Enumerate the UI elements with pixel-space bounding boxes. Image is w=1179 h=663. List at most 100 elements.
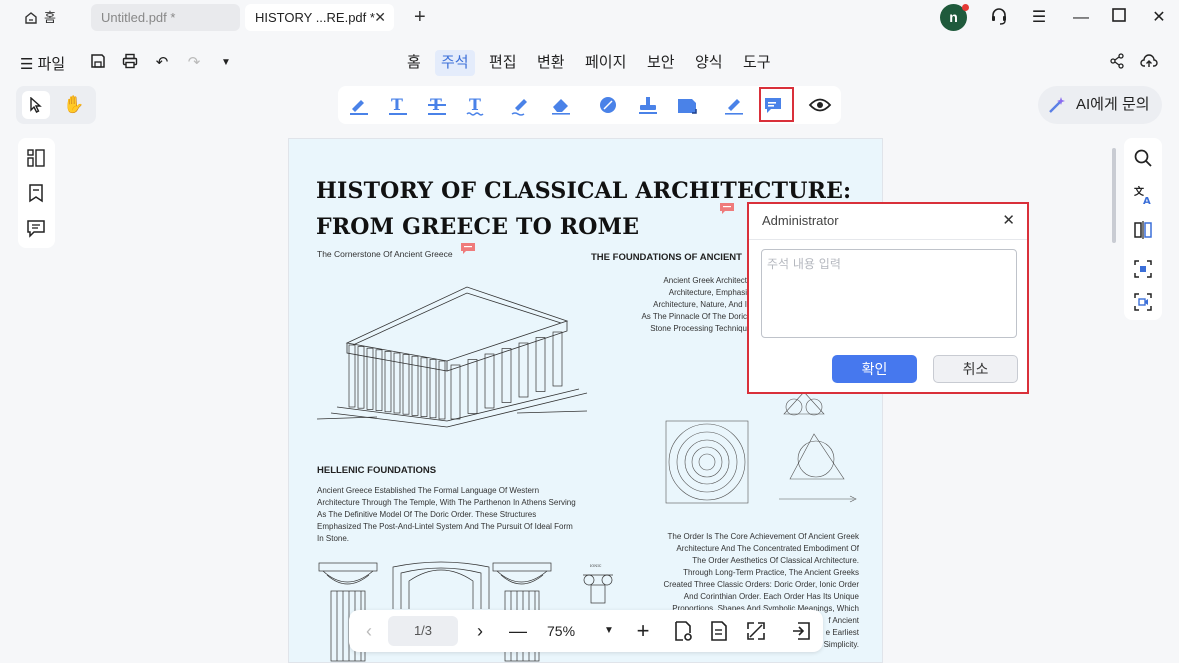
close-tab-icon[interactable]: ✕: [374, 4, 386, 31]
home-icon: [25, 12, 37, 24]
temple-column: [518, 342, 529, 398]
view-mode-icon[interactable]: [671, 619, 695, 643]
hand-pan-icon[interactable]: ✋: [60, 91, 88, 119]
text-line: The Order Aesthetics Of Classical Archit…: [692, 556, 859, 565]
tab-tools[interactable]: 도구: [737, 50, 777, 76]
selected-tool-highlight: [759, 87, 794, 122]
foundations-paragraph: Ancient Greek Architect Architecture, Em…: [609, 275, 747, 335]
squiggly-text-icon[interactable]: T: [464, 93, 488, 117]
close-icon[interactable]: ✕: [1002, 204, 1015, 238]
maximize-button[interactable]: [1107, 6, 1131, 30]
search-icon[interactable]: [1133, 148, 1153, 168]
notification-dot: [962, 4, 969, 11]
tab-security[interactable]: 보안: [641, 50, 681, 76]
exit-fullscreen-icon[interactable]: [789, 619, 813, 643]
thumbnails-icon[interactable]: [26, 148, 46, 168]
zoom-level[interactable]: 75%: [547, 619, 575, 643]
text-line: Architecture, Emphasi: [668, 288, 747, 297]
zoom-out-icon[interactable]: —: [506, 619, 530, 643]
strikethrough-text-icon[interactable]: T: [425, 93, 449, 117]
zoom-dropdown-icon[interactable]: ▼: [597, 619, 621, 643]
ask-ai-label: AI에게 문의: [1076, 96, 1150, 113]
comments-panel-icon[interactable]: [26, 218, 46, 238]
tab-annotate[interactable]: 주석: [435, 50, 475, 76]
menu-icon[interactable]: ☰: [1027, 6, 1051, 30]
new-tab-button[interactable]: +: [414, 4, 426, 31]
text-box-icon[interactable]: [675, 93, 699, 117]
tab-convert[interactable]: 변환: [531, 50, 571, 76]
confirm-button[interactable]: 확인: [832, 355, 917, 383]
previous-page-icon[interactable]: ‹: [357, 619, 381, 643]
tab-home-menu[interactable]: 홈: [401, 50, 427, 76]
bookmark-icon[interactable]: [26, 183, 46, 203]
fit-page-icon[interactable]: [744, 619, 768, 643]
tab-home[interactable]: 홈: [14, 4, 84, 31]
ask-ai-button[interactable]: AI에게 문의: [1038, 86, 1162, 124]
text-line: Through Long-Term Practice, The Ancient …: [683, 568, 859, 577]
stamp-icon[interactable]: [636, 93, 660, 117]
temple-column: [535, 337, 546, 392]
page-layout-icon[interactable]: [707, 619, 731, 643]
comment-text-input[interactable]: [761, 249, 1017, 338]
next-page-icon[interactable]: ›: [468, 619, 492, 643]
quick-access-dropdown-icon[interactable]: ▼: [216, 53, 236, 73]
selection-tools: ✋: [16, 86, 96, 124]
foundations-heading: THE FOUNDATIONS OF ANCIENT: [591, 252, 742, 263]
save-icon[interactable]: [88, 53, 108, 73]
menu-tab-label: 보안: [647, 54, 675, 71]
signature-icon[interactable]: [722, 93, 746, 117]
translate-icon[interactable]: 文A: [1133, 185, 1153, 205]
menu-bar: ☰ 파일 ↶ ↷ ▼ 홈 주석 편집 변환 페이지 보안 양식 도구: [0, 44, 1179, 82]
share-icon[interactable]: [1107, 53, 1127, 73]
tab-untitled[interactable]: Untitled.pdf *: [91, 4, 240, 31]
tab-history-document[interactable]: HISTORY ...RE.pdf * ✕: [245, 4, 394, 31]
headset-support-icon[interactable]: [987, 6, 1011, 30]
menu-tab-label: 도구: [743, 54, 771, 71]
page-number-field[interactable]: 1/3: [388, 616, 458, 646]
tab-page[interactable]: 페이지: [579, 50, 632, 76]
right-sidebar: 文A: [1124, 138, 1162, 320]
text-line: Ancient Greece Established The Formal La…: [317, 486, 540, 495]
temple-column: [552, 331, 563, 387]
cancel-button[interactable]: 취소: [933, 355, 1018, 383]
vertical-scrollbar[interactable]: [1112, 148, 1116, 243]
shape-icon[interactable]: [596, 93, 620, 117]
menu-tab-label: 홈: [407, 54, 421, 71]
text-line: As The Definitive Model Of The Doric Ord…: [317, 510, 537, 519]
comment-marker-icon[interactable]: [461, 243, 475, 254]
eraser-icon[interactable]: [549, 93, 573, 117]
svg-text:A: A: [1143, 196, 1151, 205]
comment-popup-header: Administrator ✕: [749, 204, 1027, 240]
ocr-scan-icon[interactable]: [1133, 259, 1153, 279]
print-icon[interactable]: [120, 53, 140, 73]
minimize-button[interactable]: —: [1069, 6, 1093, 30]
avatar[interactable]: n: [940, 4, 969, 31]
zoom-in-icon[interactable]: +: [631, 619, 655, 643]
compare-icon[interactable]: [1133, 220, 1153, 240]
redo-icon[interactable]: ↷: [184, 53, 204, 73]
tab-form[interactable]: 양식: [689, 50, 729, 76]
text-line: Created Three Classic Orders: Doric Orde…: [663, 580, 859, 589]
screen-record-icon[interactable]: [1133, 292, 1153, 312]
menu-tab-label: 주석: [441, 54, 469, 71]
text-line: Stone Processing Techniqu: [650, 324, 747, 333]
pencil-draw-icon[interactable]: [509, 93, 533, 117]
cloud-upload-icon[interactable]: [1139, 53, 1159, 73]
comment-marker-icon[interactable]: [720, 203, 734, 214]
show-annotations-eye-icon[interactable]: [808, 93, 832, 117]
underline-text-icon[interactable]: T: [386, 93, 410, 117]
highlight-icon[interactable]: [347, 93, 371, 117]
close-window-button[interactable]: ✕: [1147, 6, 1171, 30]
select-cursor-icon[interactable]: [22, 91, 50, 119]
hellenic-heading: HELLENIC FOUNDATIONS: [317, 465, 437, 476]
tab-edit[interactable]: 편집: [483, 50, 523, 76]
tab-label: HISTORY ...RE.pdf *: [255, 10, 375, 25]
greek-temple-illustration: [317, 286, 588, 428]
temple-column: [484, 353, 495, 409]
text-line: Architecture Through The Temple, With Th…: [317, 498, 576, 507]
file-menu[interactable]: ☰ 파일: [20, 53, 65, 74]
text-line: Ancient Greek Architect: [663, 276, 747, 285]
avatar-initial: n: [949, 9, 958, 25]
undo-icon[interactable]: ↶: [152, 53, 172, 73]
text-line: In Stone.: [317, 534, 350, 543]
